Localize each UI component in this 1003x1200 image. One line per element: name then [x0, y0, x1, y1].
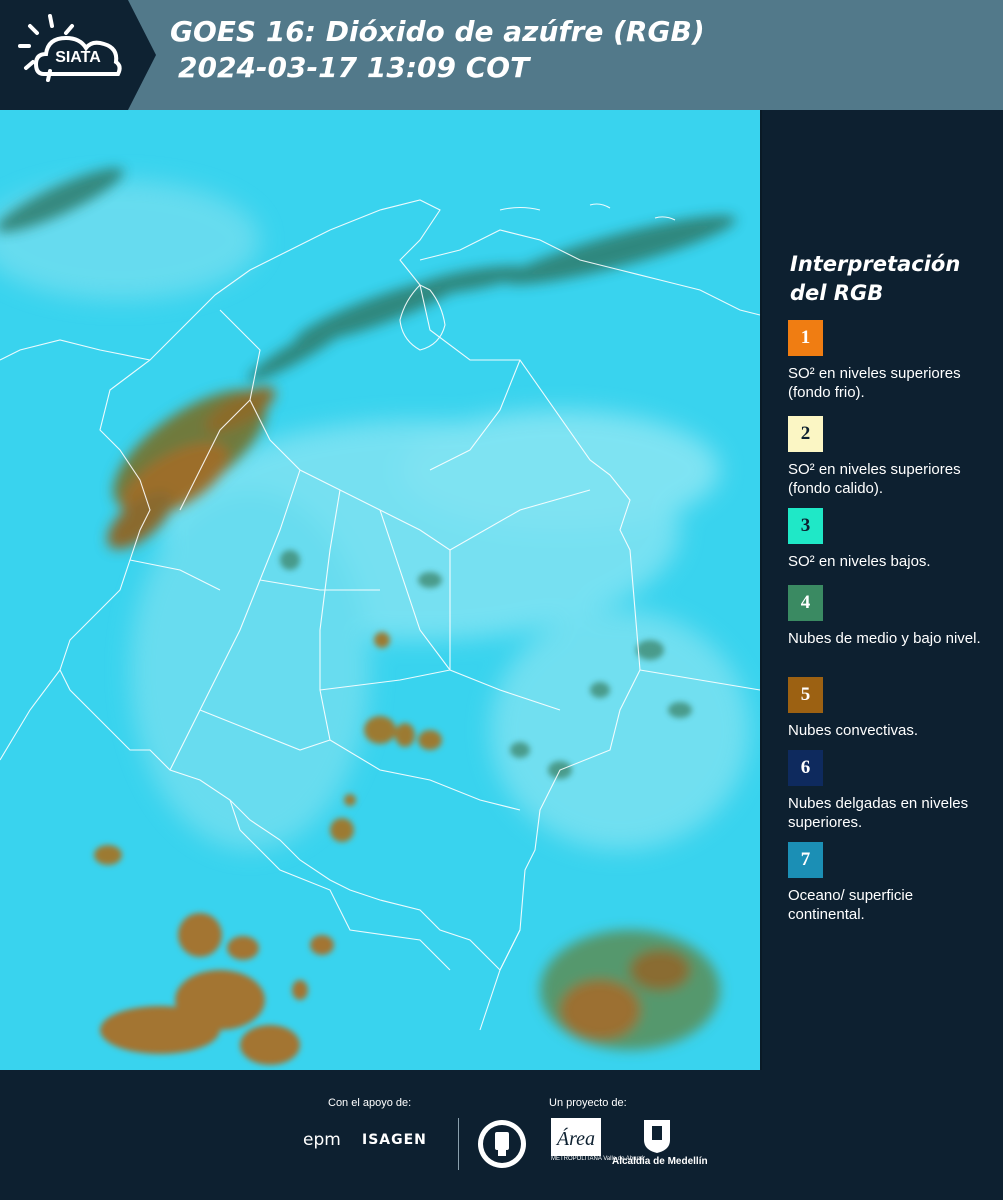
medellin-seal-icon[interactable]	[476, 1118, 528, 1175]
legend-label-2: SO² en niveles superiores (fondo calido)…	[788, 461, 961, 497]
legend-swatch-1: 1	[788, 320, 823, 356]
legend-item-7: 7 Oceano/ superficie continental.	[788, 842, 988, 924]
satellite-image	[0, 110, 760, 1070]
footer-separator	[458, 1118, 459, 1170]
area-logo-text: Área	[555, 1127, 595, 1150]
legend-item-3: 3 SO² en niveles bajos.	[788, 508, 988, 571]
legend-label-5: Nubes convectivas.	[788, 722, 919, 739]
alcaldia-name: Alcaldía de Medellín	[612, 1156, 708, 1167]
legend-item-1: 1 SO² en niveles superiores (fondo frio)…	[788, 320, 988, 402]
legend-title: Interpretación del RGB	[790, 252, 961, 305]
legend-item-5: 5 Nubes convectivas.	[788, 677, 988, 740]
epm-logo[interactable]: epm	[303, 1130, 341, 1150]
satellite-map[interactable]	[0, 110, 760, 1070]
legend-label-4: Nubes de medio y bajo nivel.	[788, 630, 981, 647]
legend-swatch-4: 4	[788, 585, 823, 621]
legend-item-4: 4 Nubes de medio y bajo nivel.	[788, 585, 988, 648]
legend-label-7: Oceano/ superficie continental.	[788, 887, 914, 923]
siata-logo-text: SIATA	[55, 49, 101, 66]
legend-swatch-7: 7	[788, 842, 823, 878]
footer: Con el apoyo de: Un proyecto de: epm ISA…	[0, 1070, 1003, 1200]
legend-label-1: SO² en niveles superiores (fondo frio).	[788, 365, 961, 401]
legend-swatch-5: 5	[788, 677, 823, 713]
legend-swatch-2: 2	[788, 416, 823, 452]
page-title: GOES 16: Dióxido de azúfre (RGB)	[170, 15, 705, 48]
legend-item-6: 6 Nubes delgadas en niveles superiores.	[788, 750, 988, 832]
legend-panel: Interpretación del RGB 1 SO² en niveles …	[762, 110, 1003, 1070]
alcaldia-shield-icon[interactable]	[642, 1118, 672, 1159]
legend-label-6: Nubes delgadas en niveles superiores.	[788, 795, 969, 831]
header-bar: SIATA GOES 16: Dióxido de azúfre (RGB) 2…	[0, 0, 1003, 110]
legend-swatch-6: 6	[788, 750, 823, 786]
legend-item-2: 2 SO² en niveles superiores (fondo calid…	[788, 416, 988, 498]
isagen-logo[interactable]: ISAGEN	[362, 1132, 427, 1148]
page-datetime: 2024-03-17 13:09 COT	[178, 51, 530, 84]
project-caption: Un proyecto de:	[549, 1097, 627, 1109]
title-block: GOES 16: Dióxido de azúfre (RGB) 2024-03…	[170, 14, 705, 86]
legend-swatch-3: 3	[788, 508, 823, 544]
area-metropolitana-logo[interactable]: Área	[551, 1118, 601, 1161]
support-caption: Con el apoyo de:	[328, 1097, 412, 1109]
siata-logo[interactable]: SIATA	[0, 0, 160, 110]
legend-label-3: SO² en niveles bajos.	[788, 553, 931, 570]
